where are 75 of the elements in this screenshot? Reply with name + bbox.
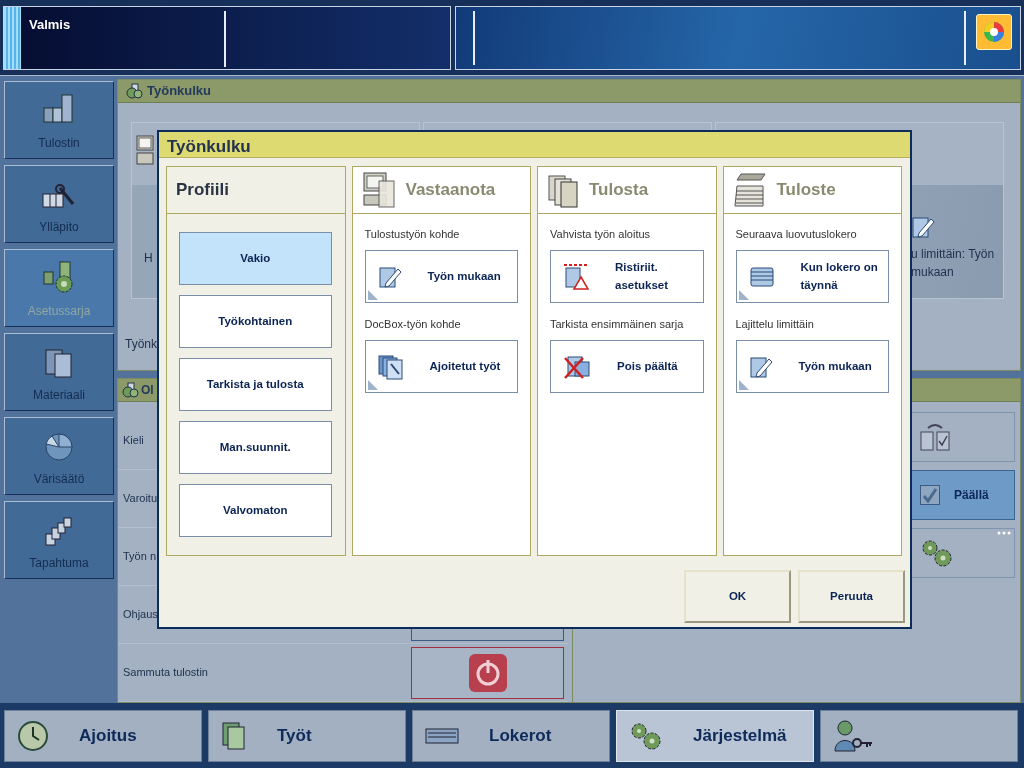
setting-label: Ohjaus [123,607,158,623]
setting-button[interactable]: Ristiriit. asetukset [550,250,704,303]
status-text: Valmis [29,16,71,34]
color-wheel-icon [982,20,1006,44]
color-wheel-button[interactable] [976,14,1012,50]
power-icon [467,652,508,693]
stacked-pages-icon [44,516,74,546]
gears-icon [920,538,954,568]
profile-option[interactable]: Valvomaton [179,484,332,537]
corner-mark-icon [367,290,378,300]
checkbox[interactable] [920,485,940,505]
gears-icon [629,721,663,751]
pencil-document-icon [377,264,402,289]
profile-option[interactable]: Vakio [179,232,332,285]
setting-label: DocBox-työn kohde [364,317,462,332]
nav-tab[interactable]: Ajoitus [4,710,202,762]
dialog-button[interactable]: Peruuta [798,570,905,623]
profile-option[interactable]: Man.suunnit. [179,421,332,474]
documents-icon [547,172,579,208]
color-wheel-icon [44,432,74,462]
power-button[interactable] [411,646,564,699]
computer-icon [361,171,396,209]
setting-label: Työn n [123,549,157,565]
check-mark-icon [922,487,938,503]
warning-document-icon [563,262,589,291]
pages-icon [44,348,74,378]
column-title: Tulosta [589,179,649,202]
setting-label: Tarkista ensimmäinen sarja [550,317,685,332]
column-title: Vastaanota [405,179,496,202]
crossed-document-icon [563,353,591,380]
setting-button[interactable]: Työn mukaan [364,250,518,303]
tray-stack-icon [748,265,775,288]
column-title: Tuloste [776,179,836,202]
dialog-title: Työnkulku [159,132,910,158]
gear-blocks-icon [42,260,76,294]
panel-title: Työnkulku [147,82,212,101]
setting-button[interactable]: Kun lokero on täynnä [735,250,889,303]
column-title: Profiili [176,179,229,202]
wrench-icon [42,184,76,210]
gears-icon [121,382,139,398]
user-key-icon [833,719,873,753]
clock-icon [17,720,49,752]
setting-label: Lajittelu limittäin [735,317,815,332]
nav-tab[interactable]: Työt [208,710,406,762]
setting-label: Työnk [125,337,157,351]
panel-title: Ol [141,382,154,399]
setting-button[interactable]: Työn mukaan [735,340,889,393]
setting-label: Sammuta tulostin [123,665,208,681]
setting-label: Kieli [123,433,144,449]
computer-icon [136,135,154,165]
setting-button[interactable]: Ajoitetut työt [364,340,518,393]
gears-icon [125,83,143,99]
corner-mark-icon [738,380,749,390]
setting-button[interactable]: Pois päältä [550,340,704,393]
document-icon [221,721,247,751]
corner-mark-icon [367,380,378,390]
setting-label: Vahvista työn aloitus [550,227,652,242]
nav-tab[interactable]: Järjestelmä [616,710,814,762]
dialog-button[interactable]: OK [684,570,791,623]
paper-stack-icon [732,172,767,208]
setting-label: Seuraava luovutuslokero [735,227,858,242]
pencil-document-icon [911,215,935,239]
corner-mark-icon [738,290,749,300]
profile-option[interactable]: Tarkista ja tulosta [179,358,332,411]
setting-label: Tulostustyön kohde [364,227,461,242]
pencil-document-icon [748,354,773,379]
setting-label: Varoitu [123,491,158,507]
nav-tab[interactable]: Lokerot [412,710,610,762]
tray-icon [425,727,459,745]
status-indicator [4,7,21,69]
blocks-icon [42,92,76,126]
document-stack-icon [377,353,404,380]
profile-option[interactable]: Työkohtainen [179,295,332,348]
card-text: H [144,251,153,265]
more-icon [997,531,1011,535]
